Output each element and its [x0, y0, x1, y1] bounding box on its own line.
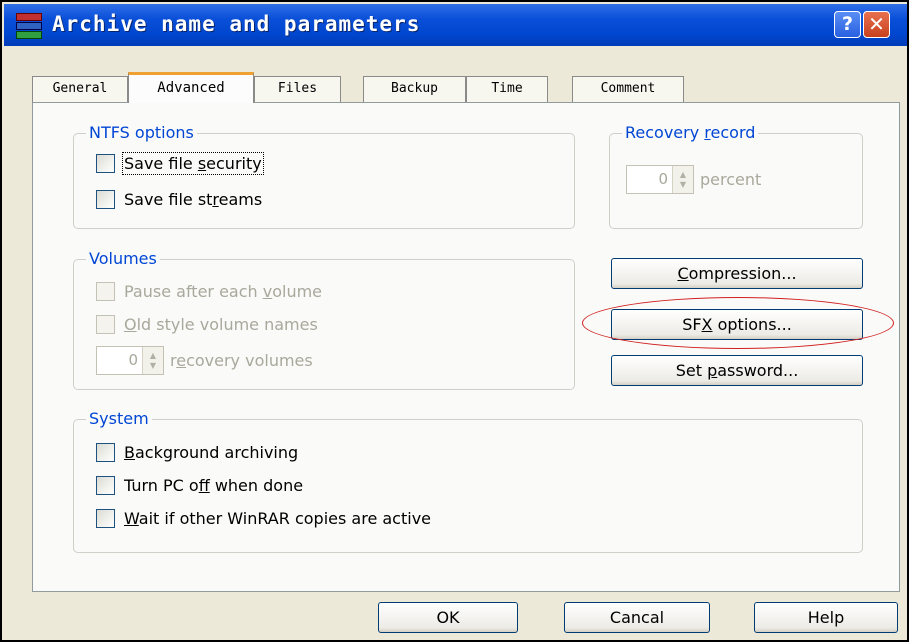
checkbox-box[interactable]: [96, 509, 115, 528]
cancel-button[interactable]: Cancal: [564, 602, 710, 633]
save-file-security-checkbox[interactable]: Save file security: [96, 152, 264, 175]
close-icon-button[interactable]: ✕: [863, 11, 890, 38]
background-archiving-label: Background archiving: [124, 443, 299, 462]
old-style-names-label: Old style volume names: [124, 315, 318, 334]
recovery-percent-row: 0 ▲ ▼ percent: [626, 165, 761, 194]
recovery-volumes-row: 0 ▲ ▼ recovery volumes: [96, 346, 313, 375]
wait-winrar-copies-label: Wait if other WinRAR copies are active: [124, 509, 431, 528]
recovery-volumes-spinner[interactable]: 0 ▲ ▼: [96, 346, 164, 375]
help-icon-button[interactable]: ?: [834, 11, 861, 38]
volumes-label: Volumes: [86, 249, 160, 268]
compression-button[interactable]: Compression...: [611, 258, 863, 289]
percent-label: percent: [700, 170, 762, 189]
pause-after-volume-checkbox[interactable]: Pause after each volume: [96, 282, 322, 301]
turn-pc-off-label: Turn PC off when done: [124, 476, 304, 495]
checkbox-box[interactable]: [96, 476, 115, 495]
set-password-button[interactable]: Set password...: [611, 355, 863, 386]
volumes-group: Volumes Pause after each volume Old styl…: [73, 249, 575, 390]
spinner-arrows-icon[interactable]: ▲ ▼: [672, 166, 693, 193]
background-archiving-checkbox[interactable]: Background archiving: [96, 443, 298, 462]
system-label: System: [86, 409, 152, 428]
window-title: Archive name and parameters: [52, 12, 421, 36]
save-file-security-label: Save file security: [122, 152, 264, 175]
save-file-streams-label: Save file streams: [124, 190, 263, 209]
recovery-percent-spinner[interactable]: 0 ▲ ▼: [626, 165, 694, 194]
ntfs-options-group: NTFS options Save file security Save fil…: [73, 123, 575, 229]
checkbox-box[interactable]: [96, 315, 115, 334]
tab-time[interactable]: Time: [466, 76, 548, 102]
save-file-streams-checkbox[interactable]: Save file streams: [96, 190, 262, 209]
checkbox-box[interactable]: [96, 154, 115, 173]
winrar-books-icon: [16, 13, 42, 39]
pause-after-volume-label: Pause after each volume: [124, 282, 323, 301]
advanced-panel: NTFS options Save file security Save fil…: [32, 102, 900, 592]
old-style-names-checkbox[interactable]: Old style volume names: [96, 315, 318, 334]
title-bar[interactable]: Archive name and parameters ? ✕: [4, 4, 907, 46]
checkbox-box[interactable]: [96, 282, 115, 301]
spinner-arrows-icon[interactable]: ▲ ▼: [142, 347, 163, 374]
tab-comment[interactable]: Comment: [572, 76, 684, 102]
tab-general[interactable]: General: [32, 76, 128, 102]
tab-advanced[interactable]: Advanced: [128, 72, 254, 103]
sfx-options-button[interactable]: SFX options...: [611, 309, 863, 340]
tab-backup[interactable]: Backup: [363, 76, 466, 102]
recovery-record-group: Recovery record 0 ▲ ▼ percent: [609, 123, 863, 229]
system-group: System Background archiving Turn PC off …: [73, 409, 863, 553]
checkbox-box[interactable]: [96, 443, 115, 462]
ok-button[interactable]: OK: [378, 602, 518, 633]
ntfs-options-label: NTFS options: [86, 123, 197, 142]
wait-winrar-copies-checkbox[interactable]: Wait if other WinRAR copies are active: [96, 509, 431, 528]
recovery-volumes-label: recovery volumes: [170, 351, 313, 370]
dialog-window: Archive name and parameters ? ✕ General …: [0, 0, 909, 642]
recovery-record-label: Recovery record: [622, 123, 759, 142]
help-button[interactable]: Help: [754, 602, 898, 633]
turn-pc-off-checkbox[interactable]: Turn PC off when done: [96, 476, 303, 495]
tab-files[interactable]: Files: [254, 76, 341, 102]
checkbox-box[interactable]: [96, 190, 115, 209]
